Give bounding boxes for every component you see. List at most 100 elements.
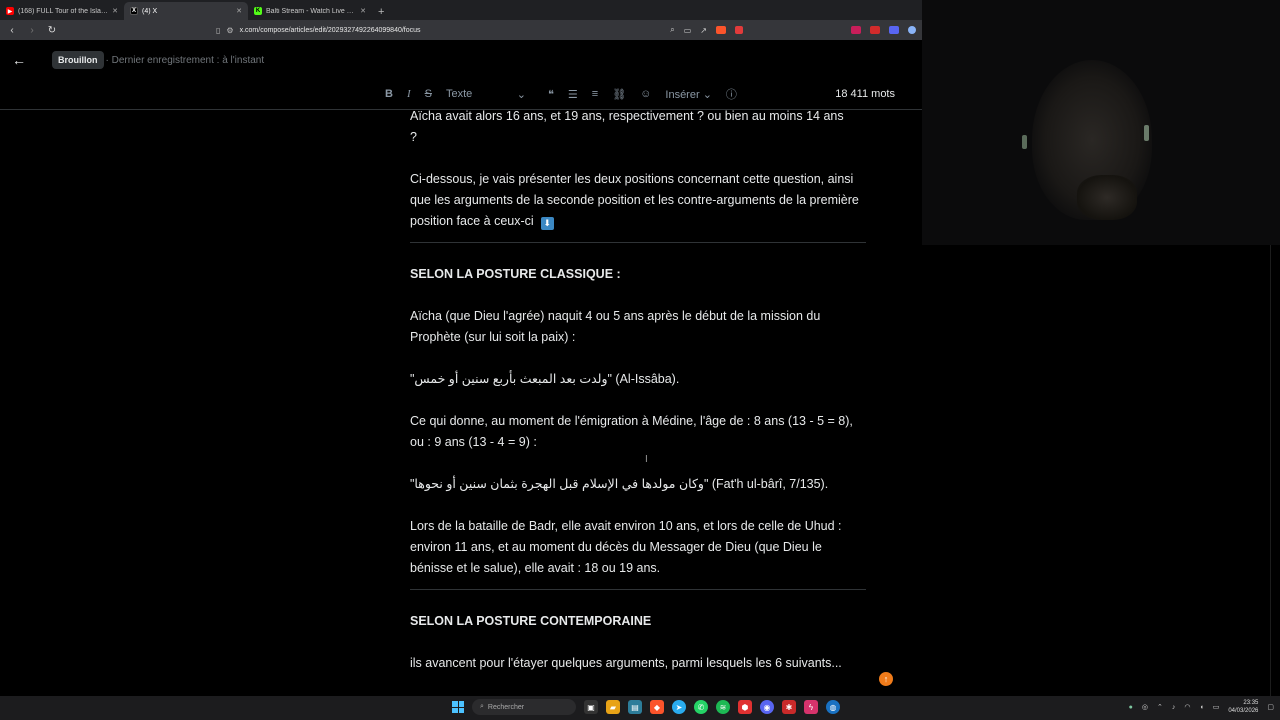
microphone-icon[interactable]: ♪ (1172, 704, 1176, 711)
network-icon[interactable]: ◎ (1142, 703, 1148, 711)
browser-tab-bar: ▶ (168) FULL Tour of the Islamic Univer … (0, 0, 922, 20)
system-tray: ● ◎ ⌃ ♪ ◠ ◖ ▭ 23:35 04/03/2026 ▢ (1129, 699, 1274, 715)
down-arrow-emoji-icon: ⬇ (540, 217, 554, 230)
quote-line: "وكان مولدها في الإسلام قبل الهجرة بثمان… (410, 474, 866, 495)
emoji-icon[interactable]: ☺ (640, 88, 651, 100)
tab-kick[interactable]: K Balti Stream - Watch Live on Kick ✕ (248, 2, 372, 20)
numbered-list-icon[interactable]: ≡ (592, 88, 598, 100)
wifi-icon[interactable]: ◠ (1184, 703, 1190, 711)
brave-shield-icon[interactable] (716, 26, 726, 34)
paragraph: Lors de la bataille de Badr, elle avait … (410, 519, 842, 575)
italic-button[interactable]: I (407, 88, 411, 100)
clock-time: 23:35 (1243, 700, 1259, 706)
spotify-icon[interactable]: ≋ (716, 700, 730, 714)
url-field[interactable]: ▯ ⚙ x.com/compose/articles/edit/20293274… (216, 26, 662, 35)
close-icon[interactable]: ✕ (236, 7, 242, 15)
whatsapp-icon[interactable]: ✆ (694, 700, 708, 714)
share-icon[interactable]: ↗ (700, 26, 707, 35)
bold-button[interactable]: B (385, 88, 393, 100)
extension-icon[interactable] (889, 26, 899, 34)
taskbar: ⌕ Rechercher ▣ ▰ ▤ ◆ ➤ ✆ ≋ ⬢ ◉ ✱ ϟ ◍ ● ◎… (0, 696, 1280, 720)
kick-icon: K (254, 7, 262, 15)
clock[interactable]: 23:35 04/03/2026 (1228, 699, 1258, 715)
back-arrow-icon[interactable]: ← (12, 52, 26, 68)
address-bar: ‹ › ↻ ▯ ⚙ x.com/compose/articles/edit/20… (0, 20, 922, 40)
strikethrough-button[interactable]: S (425, 88, 432, 100)
extension-icon[interactable] (870, 26, 880, 34)
lightning-app-icon[interactable]: ϟ (804, 700, 818, 714)
text-cursor-icon: I (645, 454, 648, 465)
browser-icon[interactable]: ◍ (826, 700, 840, 714)
arabic-quote: "وكان مولدها في الإسلام قبل الهجرة بثمان… (410, 477, 709, 491)
new-tab-button[interactable]: + (372, 6, 390, 20)
volume-icon[interactable]: ◖ (1199, 704, 1203, 711)
webcam-overlay (922, 0, 1280, 245)
task-view-icon[interactable]: ▣ (584, 700, 598, 714)
quote-icon[interactable]: ❝ (548, 88, 554, 101)
section-heading: SELON LA POSTURE CONTEMPORAINE (410, 614, 652, 628)
telegram-icon[interactable]: ➤ (672, 700, 686, 714)
brave-browser-icon[interactable]: ◆ (650, 700, 664, 714)
headphone-left (1022, 135, 1027, 149)
url-text: x.com/compose/articles/edit/202932749226… (239, 26, 421, 34)
paragraph-text: Ci-dessous, je vais présenter les deux p… (410, 172, 859, 228)
discord-icon[interactable]: ◉ (760, 700, 774, 714)
app-icon[interactable]: ✱ (782, 700, 796, 714)
link-icon[interactable]: ⛓ (612, 88, 626, 101)
notification-icon[interactable]: ▢ (1267, 703, 1274, 711)
insert-label: Insérer (665, 88, 700, 101)
section-heading: SELON LA POSTURE CLASSIQUE : (410, 267, 621, 281)
clock-date: 04/03/2026 (1228, 708, 1259, 714)
tab-title: Balti Stream - Watch Live on Kick (266, 7, 356, 15)
quote-line: "ولدت بعد المبعث بأربع سنين أو خمس" (Al-… (410, 369, 866, 390)
arabic-quote: "ولدت بعد المبعث بأربع سنين أو خمس" (410, 372, 612, 386)
paragraph: Aïcha (que Dieu l'agrée) naquit 4 ou 5 a… (410, 309, 821, 344)
battery-icon[interactable]: ▭ (1213, 703, 1220, 711)
close-icon[interactable]: ✕ (360, 7, 366, 15)
cast-icon[interactable]: ▭ (684, 26, 692, 35)
article-body[interactable]: Aïcha avait alors 16 ans, et 19 ans, res… (410, 106, 866, 674)
forward-icon[interactable]: › (26, 25, 38, 36)
word-count: 18 411 mots (835, 88, 895, 100)
tab-x[interactable]: X (4) X ✕ (124, 2, 248, 20)
taskbar-search[interactable]: ⌕ Rechercher (472, 699, 576, 715)
extension-icon[interactable] (851, 26, 861, 34)
bookmark-icon[interactable]: ▯ (216, 26, 220, 35)
bullet-list-icon[interactable]: ☰ (568, 88, 578, 101)
scroll-up-button[interactable]: ↑ (879, 672, 893, 686)
side-divider (1270, 245, 1271, 696)
info-icon[interactable]: ⓘ (726, 86, 737, 102)
tab-title: (4) X (142, 7, 158, 15)
text-style-select[interactable]: Texte ⌄ (446, 88, 526, 101)
side-panel (922, 245, 1280, 696)
brave-rewards-icon[interactable] (735, 26, 743, 34)
site-settings-icon[interactable]: ⚙ (226, 26, 233, 35)
chevron-up-icon[interactable]: ⌃ (1157, 703, 1163, 711)
insert-menu[interactable]: Insérer ⌄ (665, 88, 712, 101)
text-style-label: Texte (445, 87, 473, 100)
paragraph: ? (410, 130, 417, 144)
app-icon[interactable]: ⬢ (738, 700, 752, 714)
windows-start-icon[interactable] (452, 701, 464, 713)
paragraph: Ce qui donne, au moment de l'émigration … (410, 414, 853, 449)
section-divider (410, 242, 866, 243)
profile-icon[interactable] (908, 26, 916, 34)
article-editor: ← Brouillon · Dernier enregistrement : à… (0, 40, 922, 696)
editor-header: ← Brouillon · Dernier enregistrement : à… (0, 40, 922, 80)
file-explorer-icon[interactable]: ▰ (606, 700, 620, 714)
back-icon[interactable]: ‹ (6, 25, 18, 36)
paragraph: Aïcha avait alors 16 ans, et 19 ans, res… (410, 109, 844, 123)
paragraph: Ci-dessous, je vais présenter les deux p… (410, 169, 866, 232)
x-icon: X (130, 7, 138, 15)
quote-source: (Fat'h ul-bârî, 7/135). (708, 477, 829, 491)
close-icon[interactable]: ✕ (112, 7, 118, 15)
tray-app-icon[interactable]: ● (1129, 704, 1133, 711)
search-icon: ⌕ (480, 703, 484, 710)
zoom-icon[interactable]: ⌕ (670, 25, 674, 35)
draft-badge: Brouillon (52, 51, 104, 69)
section-divider (410, 589, 866, 590)
reload-icon[interactable]: ↻ (46, 25, 58, 36)
app-icon[interactable]: ▤ (628, 700, 642, 714)
tab-youtube[interactable]: ▶ (168) FULL Tour of the Islamic Univer … (0, 2, 124, 20)
format-toolbar: B I S Texte ⌄ ❝ ☰ ≡ ⛓ ☺ Insérer ⌄ ⓘ 18 4… (385, 84, 895, 104)
